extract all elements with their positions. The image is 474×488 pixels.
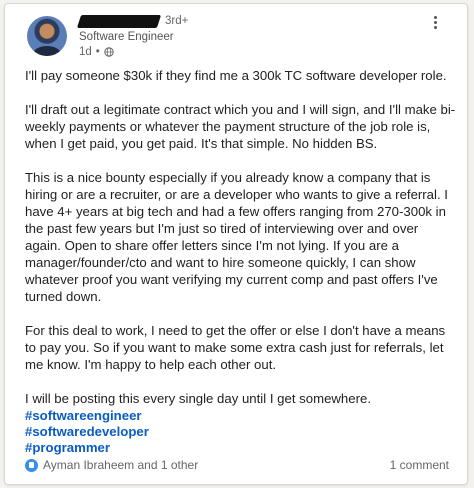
author-avatar[interactable] xyxy=(27,16,67,56)
reactions-text: Ayman Ibraheem and 1 other xyxy=(43,458,199,472)
post-meta: 1d • xyxy=(79,46,114,58)
post-footer: Ayman Ibraheem and 1 other 1 comment xyxy=(25,458,455,476)
post-paragraph: For this deal to work, I need to get the… xyxy=(25,323,446,372)
reactions-summary[interactable]: Ayman Ibraheem and 1 other xyxy=(25,458,198,472)
author-headline: Software Engineer xyxy=(79,31,174,43)
post-paragraph: This is a nice bounty especially if you … xyxy=(25,170,448,304)
separator-dot: • xyxy=(95,46,100,58)
redacted-author-name xyxy=(76,15,162,28)
post-paragraph: I'll pay someone $30k if they find me a … xyxy=(25,68,447,83)
post-card: 3rd+ Software Engineer 1d • I'll pay som… xyxy=(4,3,468,485)
post-time: 1d xyxy=(79,46,92,58)
post-paragraph: I'll draft out a legitimate contract whi… xyxy=(25,102,456,151)
post-header: 3rd+ Software Engineer 1d • xyxy=(27,12,457,60)
hashtag-link[interactable]: #programmer xyxy=(25,440,149,456)
hashtag-list: #softwareengineer #softwaredeveloper #pr… xyxy=(25,408,149,456)
hashtag-link[interactable]: #softwaredeveloper xyxy=(25,424,149,440)
post-paragraph: I will be posting this every single day … xyxy=(25,391,371,406)
more-options-icon[interactable] xyxy=(425,12,445,32)
like-reaction-icon xyxy=(25,458,38,472)
post-body: I'll pay someone $30k if they find me a … xyxy=(25,67,457,424)
hashtag-link[interactable]: #softwareengineer xyxy=(25,408,149,424)
globe-icon xyxy=(104,47,114,57)
connection-degree: 3rd+ xyxy=(165,15,189,27)
comments-count[interactable]: 1 comment xyxy=(390,458,449,472)
